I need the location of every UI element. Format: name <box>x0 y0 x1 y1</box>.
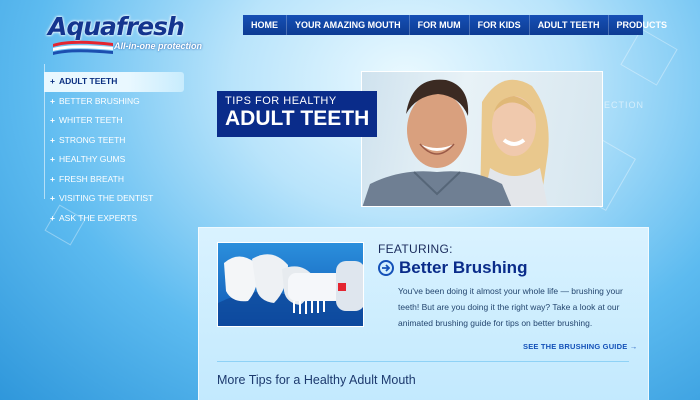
plus-icon: + <box>50 76 55 86</box>
decor-hex <box>620 28 678 86</box>
feature-title-link[interactable]: Better Brushing <box>378 258 527 278</box>
smiling-couple-image <box>362 79 549 206</box>
plus-icon: + <box>50 134 55 145</box>
topnav-your-amazing-mouth[interactable]: YOUR AMAZING MOUTH <box>286 15 409 35</box>
plus-icon: + <box>50 173 55 184</box>
sidenav-item-label: FRESH BREATH <box>59 173 125 184</box>
sidenav-item-label: ASK THE EXPERTS <box>59 212 138 223</box>
sidenav-item-label: STRONG TEETH <box>59 134 126 145</box>
sidenav-item-ask-the-experts[interactable]: + ASK THE EXPERTS <box>44 209 184 229</box>
sidenav-item-label: ADULT TEETH <box>59 76 118 86</box>
logo-stripes-icon <box>53 40 113 55</box>
more-tips-heading: More Tips for a Healthy Adult Mouth <box>217 373 416 387</box>
sidenav-item-better-brushing[interactable]: + BETTER BRUSHING <box>44 92 184 112</box>
sidenav-item-label: WHITER TEETH <box>59 115 123 125</box>
topnav-home[interactable]: HOME <box>243 15 286 35</box>
sidenav-item-strong-teeth[interactable]: + STRONG TEETH <box>44 131 184 151</box>
featuring-label: FEATURING: <box>378 242 453 256</box>
see-brushing-guide-link[interactable]: SEE THE BRUSHING GUIDE → <box>523 342 637 351</box>
feature-description: You've been doing it almost your whole l… <box>398 286 623 328</box>
circle-arrow-right-icon <box>378 260 394 276</box>
sidenav-item-label: BETTER BRUSHING <box>59 95 140 106</box>
topnav-adult-teeth[interactable]: ADULT TEETH <box>528 15 608 35</box>
hero-banner: TIPS FOR HEALTHY ADULT TEETH <box>217 91 377 137</box>
see-brushing-guide-label: SEE THE BRUSHING GUIDE <box>523 342 628 351</box>
side-navigation: + ADULT TEETH + BETTER BRUSHING + WHITER TE… <box>44 72 184 228</box>
sidenav-item-fresh-breath[interactable]: + FRESH BREATH <box>44 170 184 190</box>
sidenav-item-label: VISITING THE DENTIST <box>59 193 154 203</box>
top-navigation: HOME YOUR AMAZING MOUTH FOR MUM FOR KIDS… <box>243 15 667 35</box>
topnav-products[interactable]: PRODUCTS <box>607 15 676 35</box>
sidenav-item-whiter-teeth[interactable]: + WHITER TEETH <box>44 111 184 131</box>
hero-subtitle: TIPS FOR HEALTHY <box>225 95 337 107</box>
hero-photo <box>361 71 603 207</box>
sidenav-item-visiting-the-dentist[interactable]: + VISITING THE DENTIST <box>44 189 184 209</box>
brand-tagline: All-in-one protection <box>114 41 202 51</box>
brand-name: Aquafresh <box>48 12 185 41</box>
plus-icon: + <box>50 95 55 106</box>
plus-icon: + <box>50 212 55 223</box>
arrow-right-icon: → <box>629 342 638 351</box>
hero-title: ADULT TEETH <box>225 107 370 130</box>
plus-icon: + <box>50 154 55 164</box>
sidenav-item-adult-teeth[interactable]: + ADULT TEETH <box>44 72 184 92</box>
topnav-for-mum[interactable]: FOR MUM <box>408 15 469 35</box>
plus-icon: + <box>50 193 55 203</box>
sidenav-item-healthy-gums[interactable]: + HEALTHY GUMS <box>44 150 184 170</box>
brand-logo[interactable]: Aquafresh All-in-one protection <box>48 12 218 55</box>
toothbrush-image[interactable] <box>217 242 364 327</box>
background-ghost-text: ECTION <box>604 100 645 110</box>
topnav-for-kids[interactable]: FOR KIDS <box>468 15 529 35</box>
plus-icon: + <box>50 115 55 125</box>
feature-title: Better Brushing <box>399 258 528 277</box>
panel-divider <box>217 361 629 362</box>
toothbrush-on-teeth-icon <box>218 254 363 326</box>
sidenav-item-label: HEALTHY GUMS <box>59 154 126 164</box>
